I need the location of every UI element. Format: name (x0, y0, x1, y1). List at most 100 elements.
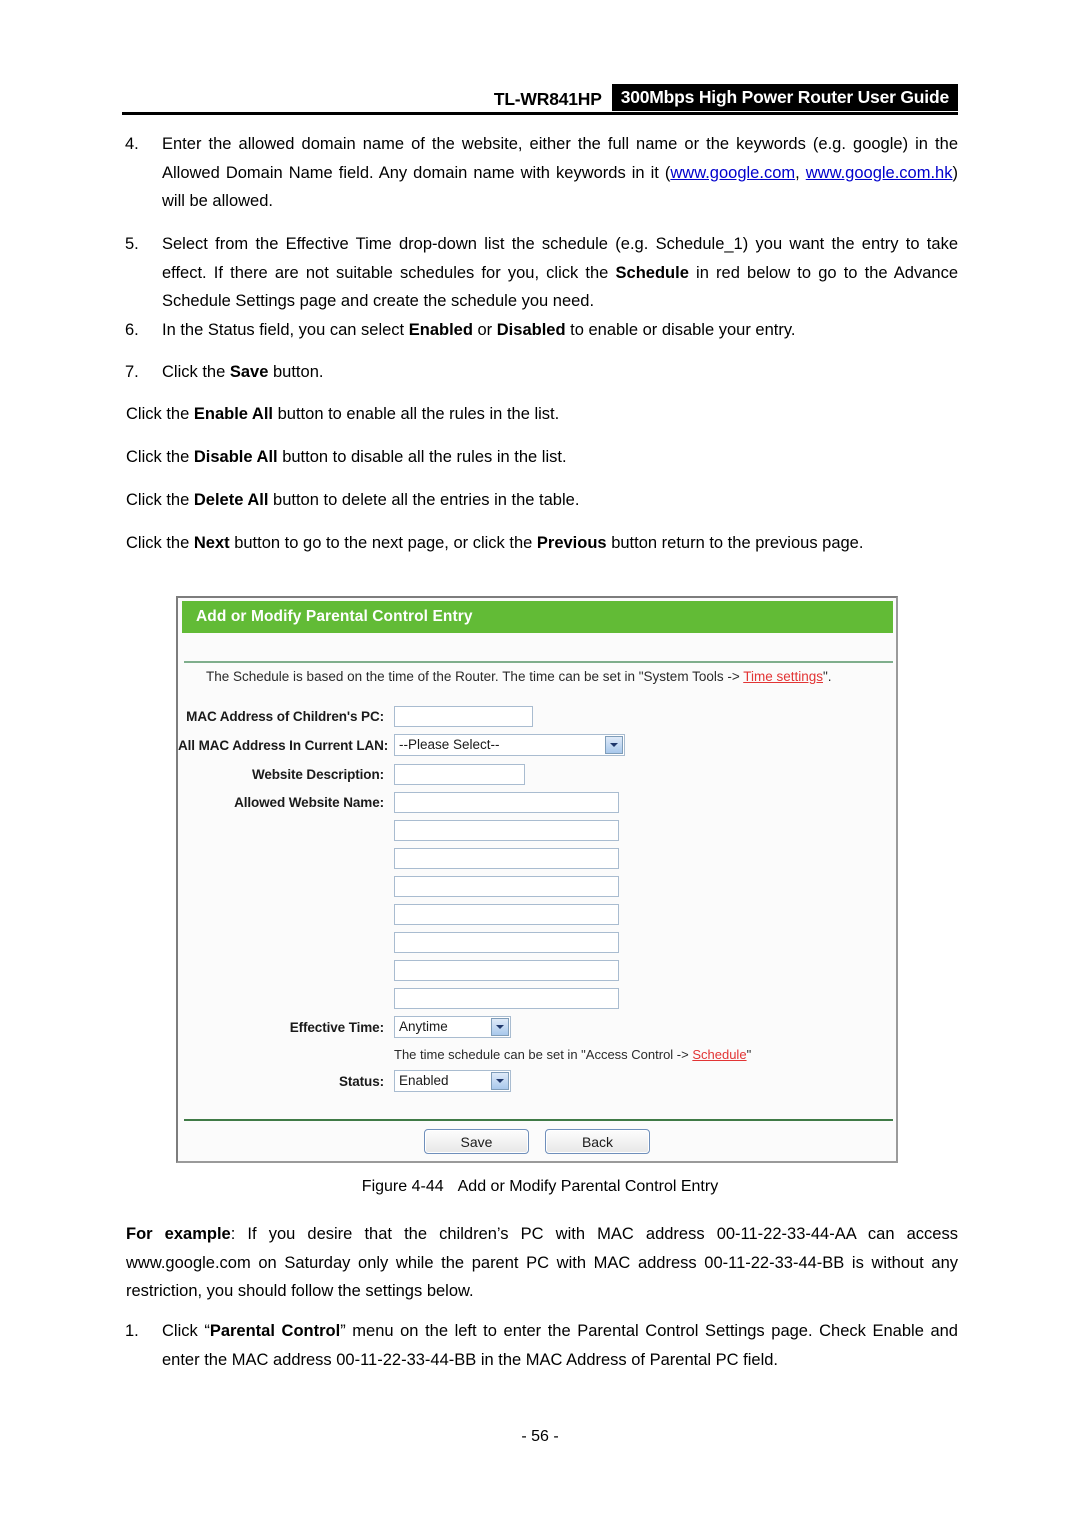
effective-time-select[interactable]: Anytime (394, 1016, 511, 1038)
form-row-allowed-website-3 (178, 844, 896, 872)
form-row-time-note: The time schedule can be set in "Access … (178, 1042, 896, 1066)
final-step-item-1: 1. Click “Parental Control” menu on the … (122, 1317, 958, 1374)
allowed-website-input-3[interactable] (394, 847, 619, 869)
para2-part1: Click the (126, 491, 194, 509)
panel-title-bar: Add or Modify Parental Control Entry (182, 601, 893, 633)
step-item-5: 5. Select from the Effective Time drop-d… (122, 230, 958, 316)
time-settings-link[interactable]: Time settings (743, 669, 823, 684)
form-row-status: Status: Enabled (178, 1066, 896, 1096)
effective-time-select-value: Anytime (399, 1019, 448, 1034)
chevron-down-icon (491, 1072, 509, 1090)
form-row-allowed-website-8 (178, 984, 896, 1012)
chevron-down-icon (491, 1018, 509, 1036)
form-row-allowed-website-6 (178, 928, 896, 956)
form-row-allowed-website-7 (178, 956, 896, 984)
allowed-website-input-4[interactable] (394, 875, 619, 897)
paragraph-next-previous: Click the Next button to go to the next … (126, 529, 958, 558)
lan-mac-label: All MAC Address In Current LAN: (178, 737, 389, 753)
step6-bold-disabled: Disabled (496, 321, 566, 339)
status-label: Status: (338, 1073, 384, 1089)
figure-caption: Figure 4-44 Add or Modify Parental Contro… (0, 1178, 1080, 1196)
panel-divider-bottom (184, 1119, 893, 1121)
para3-part3: button return to the previous page. (606, 534, 864, 552)
document-header: TL-WR841HP 300Mbps High Power Router Use… (122, 84, 958, 118)
paragraph-disable-all: Click the Disable All button to disable … (126, 443, 958, 472)
save-button[interactable]: Save (424, 1129, 529, 1154)
for-example-text: : If you desire that the children’s PC w… (126, 1225, 958, 1300)
final-step-part1: Click “ (162, 1322, 210, 1340)
schedule-link[interactable]: Schedule (692, 1047, 746, 1062)
header-rule (122, 112, 958, 115)
paragraph-delete-all: Click the Delete All button to delete al… (126, 486, 958, 515)
step-text: Click “Parental Control” menu on the lef… (162, 1317, 958, 1374)
time-note-after: " (746, 1046, 752, 1062)
form-row-effective-time: Effective Time: Anytime (178, 1012, 896, 1042)
lan-mac-select-value: --Please Select-- (399, 737, 500, 752)
status-select[interactable]: Enabled (394, 1070, 511, 1092)
allowed-website-input-7[interactable] (394, 959, 619, 981)
allowed-website-input-8[interactable] (394, 987, 619, 1009)
allowed-website-input-5[interactable] (394, 903, 619, 925)
step6-bold-enabled: Enabled (408, 321, 473, 339)
step6-part3: to enable or disable your entry. (565, 321, 796, 339)
status-select-value: Enabled (399, 1073, 449, 1088)
paragraph-for-example: For example: If you desire that the chil… (126, 1220, 958, 1306)
step7-part1: Click the (162, 363, 230, 381)
paragraph-enable-all: Click the Enable All button to enable al… (126, 400, 958, 429)
step-number: 6. (125, 321, 139, 339)
allowed-website-input-6[interactable] (394, 931, 619, 953)
google-com-link[interactable]: www.google.com (670, 164, 795, 182)
step6-part2: or (472, 321, 497, 339)
page-number: - 56 - (521, 1428, 559, 1445)
website-description-input[interactable] (394, 763, 525, 785)
step5-bold-schedule: Schedule (615, 263, 689, 282)
para2-bold: Delete All (193, 491, 269, 509)
website-description-label: Website Description: (251, 766, 384, 782)
step7-part2: button. (268, 363, 324, 381)
step-item-4: 4. Enter the allowed domain name of the … (122, 130, 958, 216)
step6-part1: In the Status field, you can select (162, 321, 409, 339)
lan-mac-select[interactable]: --Please Select-- (394, 734, 625, 756)
chevron-down-icon (605, 736, 623, 754)
para2-part2: button to delete all the entries in the … (268, 491, 580, 509)
para3-part2: button to go to the next page, or click … (229, 534, 537, 552)
step-text: Enter the allowed domain name of the web… (162, 130, 958, 216)
para1-part2: button to disable all the rules in the l… (277, 448, 567, 466)
step-text: In the Status field, you can select Enab… (162, 316, 958, 345)
panel-schedule-note: The Schedule is based on the time of the… (206, 668, 832, 686)
mac-address-input[interactable] (394, 705, 533, 727)
panel-form: MAC Address of Children's PC: All MAC Ad… (178, 702, 896, 1096)
for-example-label: For example (126, 1225, 231, 1243)
step-number: 4. (125, 135, 139, 153)
para1-part1: Click the (126, 448, 194, 466)
panel-note-before: The Schedule is based on the time of the… (206, 669, 744, 684)
para1-bold: Disable All (193, 448, 278, 466)
form-row-lan-select: All MAC Address In Current LAN: --Please… (178, 730, 896, 760)
step-text: Click the Save button. (162, 358, 958, 387)
header-model: TL-WR841HP (493, 89, 602, 109)
form-row-allowed-website-1: Allowed Website Name: (178, 788, 896, 816)
step-item-7: 7. Click the Save button. (122, 358, 958, 387)
router-config-panel: Add or Modify Parental Control Entry The… (176, 596, 898, 1163)
back-button[interactable]: Back (545, 1129, 650, 1154)
step-number: 7. (125, 363, 139, 381)
panel-divider-top (184, 661, 893, 663)
step-number: 1. (125, 1322, 139, 1340)
para3-bold-previous: Previous (536, 534, 607, 552)
allowed-website-input-2[interactable] (394, 819, 619, 841)
step4-mid: , (795, 163, 806, 182)
form-row-mac-address: MAC Address of Children's PC: (178, 702, 896, 730)
form-row-website-description: Website Description: (178, 760, 896, 788)
step-number: 5. (125, 235, 139, 253)
panel-button-bar: Save Back (178, 1129, 896, 1154)
mac-address-label: MAC Address of Children's PC: (186, 708, 384, 724)
para0-bold: Enable All (193, 405, 274, 423)
para0-part1: Click the (126, 405, 194, 423)
form-row-allowed-website-4 (178, 872, 896, 900)
time-note-before: The time schedule can be set in "Access … (394, 1046, 693, 1062)
time-schedule-note: The time schedule can be set in "Access … (394, 1046, 751, 1063)
step7-bold-save: Save (229, 363, 269, 381)
step-text: Select from the Effective Time drop-down… (162, 230, 958, 316)
google-com-hk-link[interactable]: www.google.com.hk (806, 164, 953, 182)
allowed-website-input-1[interactable] (394, 791, 619, 813)
